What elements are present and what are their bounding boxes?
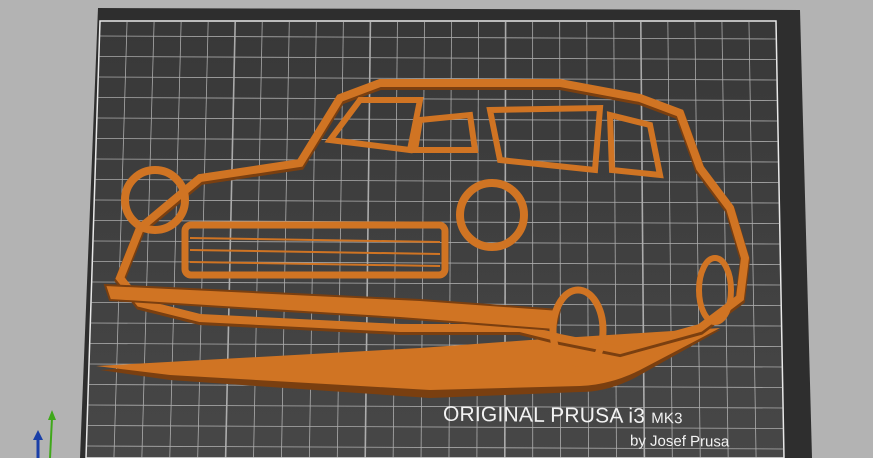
- bed-byline: by Josef Prusa: [630, 432, 730, 451]
- axes-gizmo: [33, 410, 56, 458]
- 3d-viewport[interactable]: [0, 0, 873, 458]
- bed-logo-text: ORIGINAL PRUSA i3 MK3: [443, 403, 683, 430]
- bed-brand: ORIGINAL PRUSA i3: [443, 402, 646, 428]
- y-axis-icon: [49, 417, 53, 458]
- bed-model: MK3: [651, 409, 683, 428]
